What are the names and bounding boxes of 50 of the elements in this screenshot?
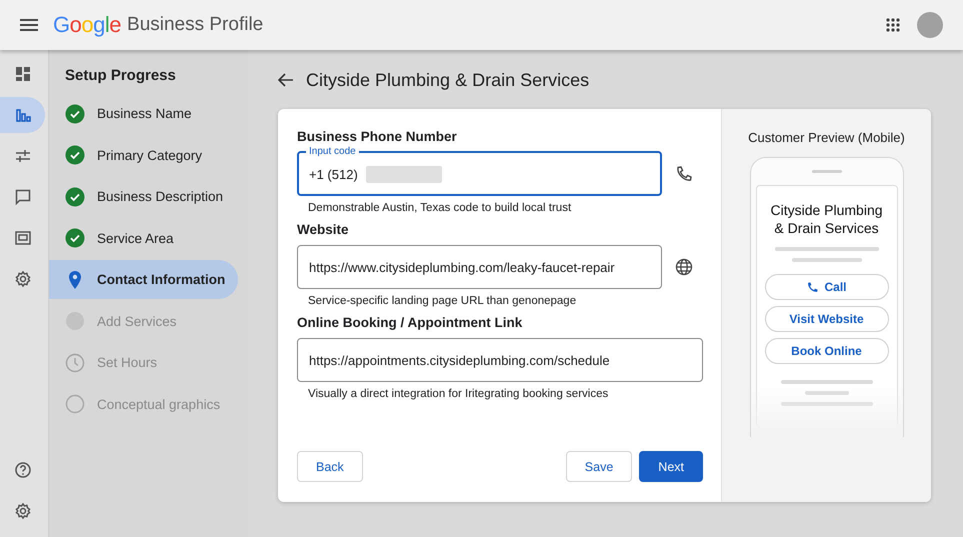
phone-icon [675, 165, 693, 183]
business-name: Cityside Plumbing & Drain Services [769, 202, 884, 237]
step-item[interactable]: Contact Information [49, 260, 238, 299]
phone-icon [806, 280, 820, 294]
preview-action-button[interactable]: Call [764, 274, 888, 300]
next-button[interactable]: Next [639, 451, 703, 482]
bar-chart-icon [14, 106, 32, 124]
app-logo: Google [53, 12, 122, 38]
help-icon [14, 461, 32, 479]
step-item[interactable]: Service Area [49, 218, 238, 258]
floating-label: Input code [308, 146, 357, 158]
preview-title: Customer Preview (Mobile) [748, 130, 905, 145]
save-button[interactable]: Save [566, 451, 632, 482]
back-arrow-icon[interactable] [278, 73, 294, 87]
preview-action-button[interactable]: Visit Website [764, 306, 888, 332]
empty-circle-icon [65, 394, 85, 414]
check-icon [65, 228, 85, 248]
helper-text: Demonstrable Austin, Texas code to build local trust [308, 202, 572, 214]
check-icon [65, 145, 85, 165]
apps-grid-icon[interactable] [886, 18, 900, 32]
input-field[interactable]: https://www.citysideplumbing.com/leaky-faucet-repair [297, 245, 662, 289]
slideshow-icon [14, 229, 32, 247]
menu-icon[interactable] [20, 18, 38, 32]
check-icon [65, 186, 85, 206]
product-name: Business Profile [127, 14, 264, 36]
sliders-icon [14, 147, 32, 165]
clock-icon [65, 352, 85, 372]
step-item[interactable]: Business Name [49, 94, 238, 133]
field-label: Website [297, 222, 350, 237]
back-button[interactable]: Back [297, 451, 363, 482]
check-icon [65, 104, 85, 124]
helper-text: Visually a direct integration for Iritegrating booking services [308, 388, 610, 400]
step-item[interactable]: Business Description [49, 177, 238, 216]
rail-item[interactable] [0, 97, 45, 133]
step-item[interactable]: Primary Category [49, 136, 238, 174]
settings-icon [14, 502, 32, 520]
field-label: Online Booking / Appointment Link [297, 315, 524, 330]
helper-text: Service-specific landing page URL than genonepage [308, 295, 578, 307]
panel-title: Setup Progress [64, 67, 177, 84]
input-field[interactable]: Input code +1 (512) [297, 146, 662, 196]
settings-icon [14, 270, 32, 288]
speaker-slot [812, 170, 842, 173]
globe-icon [675, 258, 693, 276]
placeholder-line [792, 258, 862, 262]
page-title: Cityside Plumbing & Drain Services [306, 70, 590, 90]
field-label: Business Phone Number [297, 129, 458, 144]
chat-icon [14, 188, 32, 206]
input-field[interactable]: https://appointments.citysideplumbing.com/schedule [297, 338, 703, 382]
preview-action-button[interactable]: Book Online [764, 338, 888, 364]
dashboard-icon [14, 65, 32, 83]
